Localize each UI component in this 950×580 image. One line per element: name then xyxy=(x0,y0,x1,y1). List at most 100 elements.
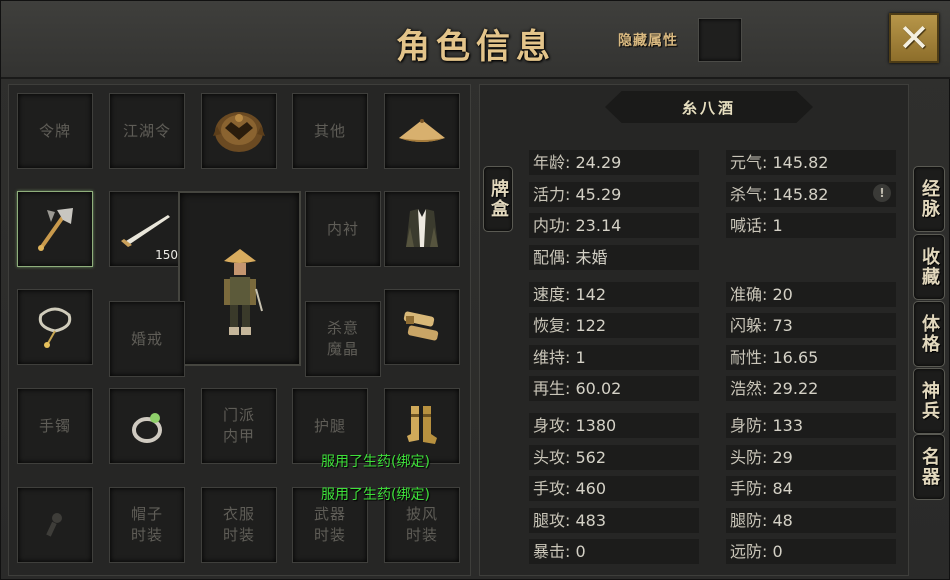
stat-row: 手防: 84 xyxy=(726,476,896,501)
slot-hat-fashion[interactable]: 帽子 时装 xyxy=(109,487,185,563)
stat-label: 耐性: xyxy=(730,348,768,367)
close-button[interactable]: ✕ xyxy=(889,13,939,63)
stat-row: 腿防: 48 xyxy=(726,508,896,533)
stat-value: 133 xyxy=(772,416,804,435)
stat-row: 浩然: 29.22 xyxy=(726,376,896,401)
stat-value: 0 xyxy=(772,542,783,561)
stat-label: 手攻: xyxy=(533,479,571,498)
blade-weapon-icon xyxy=(121,215,170,247)
stat-value: 24.29 xyxy=(575,153,622,172)
slot-wedding-ring-label: 婚戒 xyxy=(130,329,163,348)
slot-necklace[interactable] xyxy=(17,289,93,365)
key-icon xyxy=(46,513,62,537)
title-bar: 角色信息 隐藏属性 ✕ xyxy=(1,1,950,79)
stat-row: 再生: 60.02 xyxy=(529,376,699,401)
slot-bracelet[interactable]: 手镯 xyxy=(17,388,93,464)
slot-hat-fashion-label: 帽子 时装 xyxy=(130,505,163,544)
slot-other[interactable]: 其他 xyxy=(292,93,368,169)
stat-row: 远防: 0 xyxy=(726,539,896,564)
character-figure xyxy=(224,249,263,335)
blade-stack-count: 150 xyxy=(155,248,178,262)
stat-row: 喊话: 1 xyxy=(726,213,896,238)
slot-killing-crystal[interactable]: 杀意 魔晶 xyxy=(305,301,381,377)
stat-label: 头攻: xyxy=(533,448,571,467)
stat-label: 准确: xyxy=(730,285,768,304)
tab-famous-gear[interactable]: 名器 xyxy=(913,434,945,500)
stat-row: 头防: 29 xyxy=(726,445,896,470)
slot-weapon[interactable] xyxy=(17,191,93,267)
slot-helmet[interactable] xyxy=(201,93,277,169)
slot-wedding-ring[interactable]: 婚戒 xyxy=(109,301,185,377)
stat-label: 身攻: xyxy=(533,416,571,435)
stat-value: 0 xyxy=(575,542,586,561)
character-name-banner: 糸八酒 xyxy=(605,91,813,123)
slot-key[interactable] xyxy=(17,487,93,563)
stat-row: 年龄: 24.29 xyxy=(529,150,699,175)
character-name: 糸八酒 xyxy=(681,98,736,117)
slot-token-label: 令牌 xyxy=(38,121,71,140)
stat-value: 1380 xyxy=(575,416,617,435)
slot-jianghu-token[interactable]: 江湖令 xyxy=(109,93,185,169)
slot-bracelet-label: 手镯 xyxy=(38,416,71,435)
stat-value: 562 xyxy=(575,448,607,467)
slot-inner-lining[interactable]: 内衬 xyxy=(305,191,381,267)
tab-divine-weapon[interactable]: 神兵 xyxy=(913,368,945,434)
stat-label: 维持: xyxy=(533,348,571,367)
stat-label: 再生: xyxy=(533,379,571,398)
stat-value: 145.82 xyxy=(772,153,829,172)
stat-label: 闪躲: xyxy=(730,316,768,335)
slot-jianghu-token-label: 江湖令 xyxy=(122,121,171,140)
stat-label: 杀气: xyxy=(730,185,768,204)
stat-value: 29.22 xyxy=(772,379,819,398)
slot-clothes-fashion[interactable]: 衣服 时装 xyxy=(201,487,277,563)
stat-value: 60.02 xyxy=(575,379,622,398)
pickup-message: 服用了生药(绑定) xyxy=(321,454,430,470)
stat-label: 腿防: xyxy=(730,511,768,530)
slot-inner-lining-label: 内衬 xyxy=(326,219,359,238)
stat-value: 142 xyxy=(575,285,607,304)
tab-collection[interactable]: 收藏 xyxy=(913,234,945,300)
stat-label: 腿攻: xyxy=(533,511,571,530)
stat-value: 73 xyxy=(772,316,793,335)
boots-icon xyxy=(407,406,437,444)
stat-row: 维持: 1 xyxy=(529,345,699,370)
slot-sect-armor[interactable]: 门派 内甲 xyxy=(201,388,277,464)
stat-row: 手攻: 460 xyxy=(529,476,699,501)
stat-row: 杀气: 145.82 xyxy=(726,182,896,207)
stat-row: 配偶: 未婚 xyxy=(529,245,699,270)
stat-row: 身防: 133 xyxy=(726,413,896,438)
slot-hat[interactable] xyxy=(384,93,460,169)
stat-label: 速度: xyxy=(533,285,571,304)
stat-label: 元气: xyxy=(730,153,768,172)
stat-label: 远防: xyxy=(730,542,768,561)
stat-value: 1 xyxy=(772,216,783,235)
tab-card-box[interactable]: 牌盒 xyxy=(483,166,513,232)
hidden-attributes-slot[interactable] xyxy=(698,18,742,62)
slot-blade[interactable]: 150 xyxy=(109,191,185,267)
stat-label: 暴击: xyxy=(533,542,571,561)
stat-row: 内功: 23.14 xyxy=(529,213,699,238)
character-portrait xyxy=(178,191,301,366)
slot-killing-crystal-label: 杀意 魔晶 xyxy=(326,319,359,358)
slot-armor[interactable] xyxy=(384,191,460,267)
tab-physique-label: 体格 xyxy=(919,314,940,354)
tab-meridians[interactable]: 经脉 xyxy=(913,166,945,232)
stat-label: 年龄: xyxy=(533,153,571,172)
stat-value: 45.29 xyxy=(575,185,622,204)
stat-label: 内功: xyxy=(533,216,571,235)
stat-label: 头防: xyxy=(730,448,768,467)
stat-value: 16.65 xyxy=(772,348,819,367)
close-icon: ✕ xyxy=(898,16,930,60)
warning-icon[interactable]: ! xyxy=(873,184,891,202)
window-title: 角色信息 xyxy=(396,27,556,67)
slot-token[interactable]: 令牌 xyxy=(17,93,93,169)
slot-ring[interactable] xyxy=(109,388,185,464)
stat-label: 活力: xyxy=(533,185,571,204)
stat-row: 恢复: 122 xyxy=(529,313,699,338)
stat-label: 手防: xyxy=(730,479,768,498)
stat-value: 122 xyxy=(575,316,607,335)
stat-row: 腿攻: 483 xyxy=(529,508,699,533)
tab-physique[interactable]: 体格 xyxy=(913,301,945,367)
slot-bracers[interactable] xyxy=(384,289,460,365)
stat-value: 145.82 xyxy=(772,185,829,204)
